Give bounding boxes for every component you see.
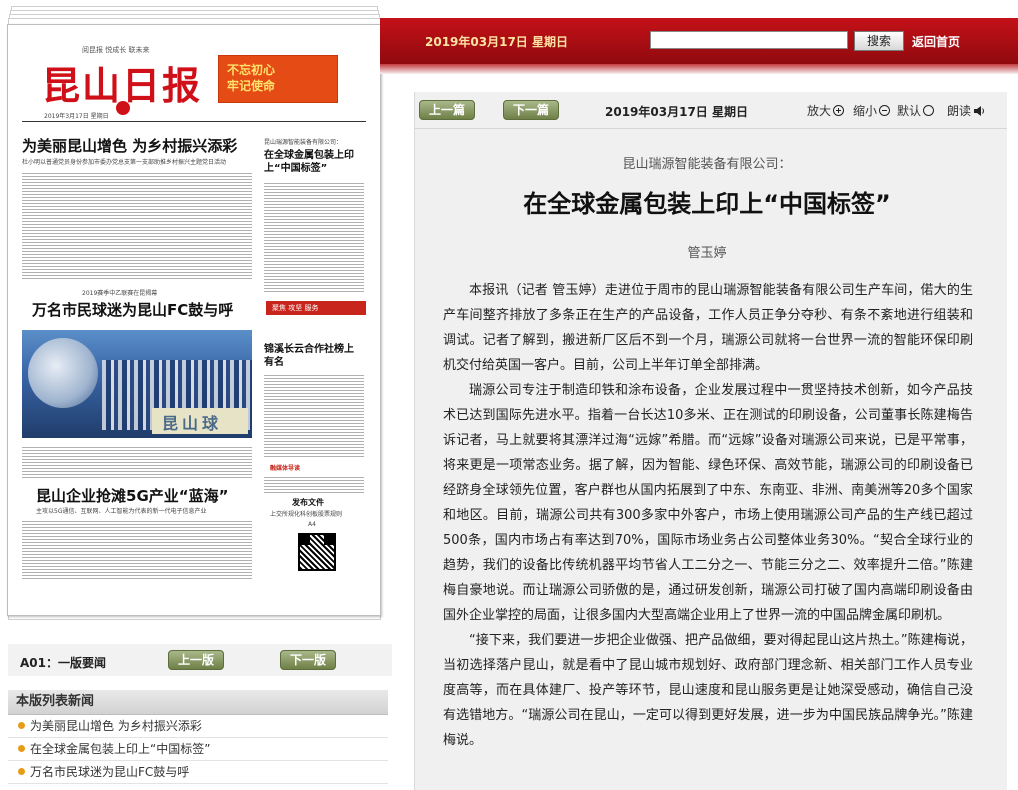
5g-subheadline: 主攻以5G通信、互联网、人工智能为代表的新一代电子信息产业: [36, 508, 207, 515]
article-toolbar: 上一篇 下一篇 2019年03月17日 星期日 放大 缩小 默认 朗读: [415, 92, 1007, 128]
text-column: [264, 181, 364, 293]
bullet-icon: [18, 768, 25, 775]
news-list-title: 本版列表新闻: [8, 690, 388, 715]
side-headline[interactable]: 在全球金属包装上印上“中国标签”: [264, 149, 360, 175]
release-subtitle: 上交所规化科创板股票规则: [270, 511, 343, 518]
ad-banner: 聚焦 攻坚 服务: [266, 301, 366, 315]
zoom-in-icon: [833, 105, 845, 116]
list-item[interactable]: 万名市民球迷为昆山FC鼓与呼: [8, 761, 388, 784]
list-item[interactable]: 为美丽昆山增色 为乡村振兴添彩: [8, 715, 388, 738]
top-date: 2019年03月17日 星期日: [425, 35, 568, 49]
page-news-list: 本版列表新闻 为美丽昆山增色 为乡村振兴添彩 在全球金属包装上印上“中国标签” …: [8, 690, 388, 784]
default-size-icon: [923, 105, 935, 116]
football-kicker: 2019赛季中乙联赛在昆揭幕: [82, 290, 158, 297]
article-paragraph: 本报讯（记者 管玉婷）走进位于周市的昆山瑞源智能装备有限公司生产车间，偌大的生产…: [443, 283, 973, 373]
text-column: [22, 519, 252, 579]
slogan-banner: 不忘初心 牢记使命: [218, 55, 338, 103]
slogan-text: 不忘初心 牢记使命: [227, 63, 276, 93]
top-bar: 2019年03月17日 星期日 搜索 返回首页: [380, 18, 1018, 74]
list-item-label: 在全球金属包装上印上“中国标签”: [30, 742, 211, 756]
masthead-slogan-small: 阅昆报 悦成长 联未来: [82, 46, 150, 54]
article-body: 本报讯（记者 管玉婷）走进位于周市的昆山瑞源智能装备有限公司生产车间，偌大的生产…: [443, 278, 973, 753]
football-headline[interactable]: 万名市民球迷为昆山FC鼓与呼: [32, 299, 233, 320]
zoom-in-button[interactable]: 放大: [807, 102, 845, 119]
article-paragraph: “接下来，我们要进一步把企业做强、把产品做细，要对得起昆山这片热土。”陈建梅说，…: [443, 633, 973, 748]
article-panel: 上一篇 下一篇 2019年03月17日 星期日 放大 缩小 默认 朗读 昆山瑞源…: [414, 92, 1007, 790]
default-size-button[interactable]: 默认: [897, 102, 935, 119]
coop-headline[interactable]: 锦溪长云合作社榜上有名: [264, 343, 360, 369]
divider: [415, 128, 1007, 129]
search-input[interactable]: [650, 31, 848, 49]
player-closeup: [28, 338, 98, 408]
bullet-icon: [18, 745, 25, 752]
article-author: 管玉婷: [687, 246, 727, 261]
divider: [22, 121, 366, 122]
release-title[interactable]: 发布文件: [292, 497, 324, 508]
football-photo[interactable]: 昆山球: [22, 330, 252, 438]
lead-headline[interactable]: 为美丽昆山增色 为乡村振兴添彩: [22, 135, 237, 156]
next-page-button[interactable]: 下一版: [280, 650, 336, 670]
prev-page-button[interactable]: 上一版: [168, 650, 224, 670]
lead-subheadline: 杜小明以普通党员身份参加市委办党总支第一支部助推乡村振兴主题党日活动: [22, 159, 227, 166]
text-column: [264, 475, 364, 495]
next-article-button[interactable]: 下一篇: [503, 100, 559, 120]
default-size-label: 默认: [897, 104, 922, 118]
fan-banner-text: 昆山球: [162, 414, 223, 433]
list-item-label: 万名市民球迷为昆山FC鼓与呼: [30, 765, 190, 779]
bullet-icon: [18, 722, 25, 729]
newspaper-page[interactable]: 阅昆报 悦成长 联未来 昆山日报 2019年3月17日 星期日 不忘初心 牢记使…: [7, 24, 381, 616]
media-tag: 融媒体导读: [270, 465, 301, 472]
text-column: [22, 445, 252, 479]
release-page: A4: [308, 521, 316, 528]
article-kicker: 昆山瑞源智能装备有限公司：: [622, 157, 792, 172]
page-nav-bar: A01：一版要闻 上一版 下一版: [8, 644, 392, 676]
text-column: [264, 373, 364, 459]
prev-article-button[interactable]: 上一篇: [419, 100, 475, 120]
zoom-out-button[interactable]: 缩小: [853, 102, 891, 119]
text-column: [22, 171, 252, 281]
ad-banner-text: 聚焦 攻坚 服务: [272, 304, 319, 312]
side-kicker: 昆山瑞源智能装备有限公司：: [264, 139, 343, 146]
search-button[interactable]: 搜索: [854, 31, 904, 51]
newspaper-thumbnail[interactable]: 阅昆报 悦成长 联未来 昆山日报 2019年3月17日 星期日 不忘初心 牢记使…: [5, 6, 385, 620]
list-item[interactable]: 在全球金属包装上印上“中国标签”: [8, 738, 388, 761]
speaker-icon: [974, 105, 985, 116]
fan-banner: 昆山球: [152, 408, 248, 434]
article-paragraph: 瑞源公司专注于制造印铁和涂布设备，企业发展过程中一贯坚持技术创新，如今产品技术已…: [443, 383, 973, 623]
masthead: 阅昆报 悦成长 联未来 昆山日报 2019年3月17日 星期日 不忘初心 牢记使…: [22, 43, 368, 133]
list-item-label: 为美丽昆山增色 为乡村振兴添彩: [30, 719, 202, 733]
current-page-label: A01：一版要闻: [20, 656, 106, 670]
issue-date: 2019年3月17日 星期日: [44, 113, 109, 120]
read-aloud-button[interactable]: 朗读: [947, 102, 985, 119]
zoom-in-label: 放大: [807, 104, 832, 118]
article-title: 在全球金属包装上印上“中国标签”: [523, 190, 891, 218]
5g-headline[interactable]: 昆山企业抢滩5G产业“蓝海”: [36, 485, 228, 506]
zoom-out-label: 缩小: [853, 104, 878, 118]
logo-circle: [116, 101, 130, 115]
zoom-out-icon: [879, 105, 891, 116]
qr-code: [298, 533, 336, 571]
read-aloud-label: 朗读: [947, 104, 972, 118]
home-link[interactable]: 返回首页: [912, 33, 960, 50]
article-date: 2019年03月17日 星期日: [605, 105, 748, 119]
